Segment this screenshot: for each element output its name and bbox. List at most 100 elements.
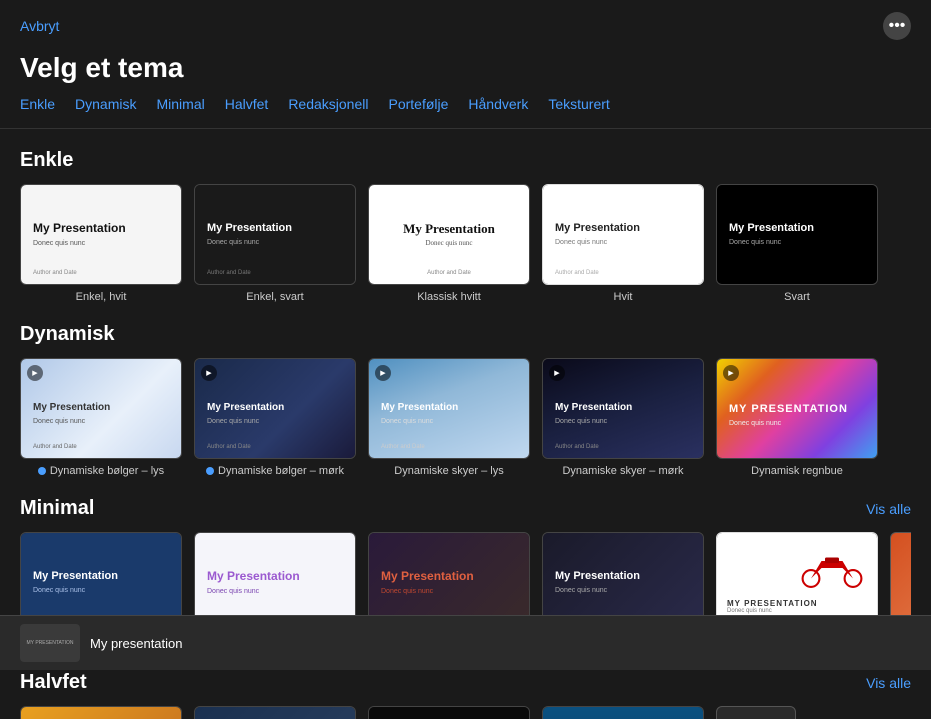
theme-skyer-mork-label: Dynamiske skyer – mørk bbox=[562, 465, 683, 477]
nav-portefolje[interactable]: Portefølje bbox=[388, 96, 448, 112]
slide-title: My Presentation bbox=[33, 221, 169, 235]
theme-halvfet-4-thumb: Donec quis nunc MY PRESENTATION bbox=[542, 706, 704, 719]
theme-enkel-hvit[interactable]: My Presentation Donec quis nunc Author a… bbox=[20, 184, 182, 303]
section-dynamisk-header: Dynamisk bbox=[20, 323, 911, 346]
slide-subtitle-4: Donec quis nunc bbox=[555, 238, 691, 247]
slide-title-10: My Presentation bbox=[729, 403, 865, 416]
theme-halvfet-3-thumb: MY PRESENTATION bbox=[368, 706, 530, 719]
nav-dynamisk[interactable]: Dynamisk bbox=[75, 96, 136, 112]
play-icon-5: ▶ bbox=[723, 365, 739, 381]
slide-title-6: My Presentation bbox=[33, 402, 169, 414]
theme-bolger-mork-thumb: ▶ My Presentation Donec quis nunc Author… bbox=[194, 358, 356, 459]
cancel-button[interactable]: Avbryt bbox=[20, 18, 59, 34]
theme-enkel-hvit-label: Enkel, hvit bbox=[76, 291, 127, 303]
slide-title-4: My Presentation bbox=[555, 222, 691, 235]
nav-redaksjonell[interactable]: Redaksjonell bbox=[288, 96, 368, 112]
theme-klassisk[interactable]: My Presentation Donec quis nunc Author a… bbox=[368, 184, 530, 303]
dot-icon-2 bbox=[206, 467, 214, 475]
theme-halvfet-4[interactable]: Donec quis nunc MY PRESENTATION bbox=[542, 706, 704, 719]
slide-title-13: My Presentation bbox=[381, 569, 517, 583]
theme-regnbue-label: Dynamisk regnbue bbox=[751, 465, 843, 477]
slide-subtitle-8: Donec quis nunc bbox=[381, 417, 517, 426]
section-enkle: Enkle My Presentation Donec quis nunc Au… bbox=[20, 149, 911, 303]
more-button[interactable]: ••• bbox=[883, 12, 911, 40]
slide-subtitle-11: Donec quis nunc bbox=[33, 586, 169, 595]
nav-minimal[interactable]: Minimal bbox=[157, 96, 205, 112]
theme-enkel-svart-label: Enkel, svart bbox=[246, 291, 303, 303]
theme-halvfet-2-thumb: MY PRESENTATION bbox=[194, 706, 356, 719]
theme-bolger-mork[interactable]: ▶ My Presentation Donec quis nunc Author… bbox=[194, 358, 356, 477]
section-enkle-title: Enkle bbox=[20, 149, 73, 172]
slide-author-3: Author and Date bbox=[427, 270, 471, 276]
slide-author-4: Author and Date bbox=[555, 270, 599, 276]
section-minimal-title: Minimal bbox=[20, 497, 94, 520]
slide-subtitle-7: Donec quis nunc bbox=[207, 417, 343, 426]
slide-subtitle-6: Donec quis nunc bbox=[33, 417, 169, 426]
theme-regnbue-thumb: ▶ My Presentation Donec quis nunc bbox=[716, 358, 878, 459]
slide-title-3: My Presentation bbox=[403, 221, 495, 237]
slide-subtitle-13: Donec quis nunc bbox=[381, 587, 517, 596]
slide-title-9: My Presentation bbox=[555, 402, 691, 414]
section-halvfet-title: Halvfet bbox=[20, 671, 87, 694]
section-enkle-header: Enkle bbox=[20, 149, 911, 172]
slide-author-8: Author and Date bbox=[381, 444, 425, 450]
section-halvfet-header: Halvfet Vis alle bbox=[20, 671, 911, 694]
theme-enkel-hvit-thumb: My Presentation Donec quis nunc Author a… bbox=[20, 184, 182, 285]
slide-subtitle-10: Donec quis nunc bbox=[729, 419, 865, 428]
theme-bolger-mork-label: Dynamiske bølger – mørk bbox=[206, 465, 344, 477]
slide-subtitle-12: Donec quis nunc bbox=[207, 587, 343, 596]
nav-halvfet[interactable]: Halvfet bbox=[225, 96, 269, 112]
theme-skyer-lys[interactable]: ▶ My Presentation Donec quis nunc Author… bbox=[368, 358, 530, 477]
theme-hvit-thumb: My Presentation Donec quis nunc Author a… bbox=[542, 184, 704, 285]
theme-halvfet-1[interactable]: MY PRESENTATION bbox=[20, 706, 182, 719]
dynamisk-themes-row: ▶ My Presentation Donec quis nunc Author… bbox=[20, 358, 911, 477]
slide-author-9: Author and Date bbox=[555, 444, 599, 450]
slide-subtitle-14: Donec quis nunc bbox=[555, 586, 691, 595]
theme-halvfet-3[interactable]: MY PRESENTATION bbox=[368, 706, 530, 719]
theme-klassisk-thumb: My Presentation Donec quis nunc Author a… bbox=[368, 184, 530, 285]
theme-skyer-mork[interactable]: ▶ My Presentation Donec quis nunc Author… bbox=[542, 358, 704, 477]
slide-title-2: My Presentation bbox=[207, 222, 343, 235]
play-icon-2: ▶ bbox=[201, 365, 217, 381]
theme-halvfet-2[interactable]: MY PRESENTATION bbox=[194, 706, 356, 719]
slide-subtitle-2: Donec quis nunc bbox=[207, 238, 343, 247]
bottom-presentation-thumb: MY PRESENTATION bbox=[20, 624, 80, 662]
theme-skyer-lys-label: Dynamiske skyer – lys bbox=[394, 465, 503, 477]
category-nav: Enkle Dynamisk Minimal Halvfet Redaksjon… bbox=[0, 96, 931, 129]
slide-author-7: Author and Date bbox=[207, 444, 251, 450]
slide-subtitle-3: Donec quis nunc bbox=[425, 239, 472, 248]
slide-title-14: My Presentation bbox=[555, 570, 691, 583]
theme-hvit-label: Hvit bbox=[614, 291, 633, 303]
theme-halvfet-1-thumb: MY PRESENTATION bbox=[20, 706, 182, 719]
section-minimal-header: Minimal Vis alle bbox=[20, 497, 911, 520]
halvfet-themes-row: MY PRESENTATION MY PRESENTATION MY bbox=[20, 706, 911, 719]
slide-author-2: Author and Date bbox=[207, 270, 251, 276]
theme-regnbue[interactable]: ▶ My Presentation Donec quis nunc Dynami… bbox=[716, 358, 878, 477]
theme-svart[interactable]: My Presentation Donec quis nunc Svart bbox=[716, 184, 878, 303]
section-dynamisk: Dynamisk ▶ My Presentation Donec quis nu… bbox=[20, 323, 911, 477]
play-icon-1: ▶ bbox=[27, 365, 43, 381]
section-halvfet: Halvfet Vis alle MY PRESENTATION MY PRES… bbox=[20, 671, 911, 719]
bottom-bar: MY PRESENTATION My presentation bbox=[0, 615, 931, 670]
see-all-halvfet-button[interactable]: Vis alle bbox=[866, 675, 911, 691]
slide-title-12: My Presentation bbox=[207, 569, 343, 583]
section-dynamisk-title: Dynamisk bbox=[20, 323, 115, 346]
nav-handverk[interactable]: Håndverk bbox=[468, 96, 528, 112]
dot-icon bbox=[38, 467, 46, 475]
theme-enkel-svart[interactable]: My Presentation Donec quis nunc Author a… bbox=[194, 184, 356, 303]
play-icon-3: ▶ bbox=[375, 365, 391, 381]
slide-subtitle: Donec quis nunc bbox=[33, 239, 169, 248]
theme-skyer-lys-thumb: ▶ My Presentation Donec quis nunc Author… bbox=[368, 358, 530, 459]
bottom-presentation-label: My presentation bbox=[90, 636, 183, 651]
theme-bolger-lys-thumb: ▶ My Presentation Donec quis nunc Author… bbox=[20, 358, 182, 459]
nav-enkle[interactable]: Enkle bbox=[20, 96, 55, 112]
slide-author-6: Author and Date bbox=[33, 444, 77, 450]
slide-title-7: My Presentation bbox=[207, 402, 343, 414]
theme-enkel-svart-thumb: My Presentation Donec quis nunc Author a… bbox=[194, 184, 356, 285]
nav-teksturert[interactable]: Teksturert bbox=[548, 96, 609, 112]
more-icon: ••• bbox=[889, 17, 906, 35]
theme-bolger-lys[interactable]: ▶ My Presentation Donec quis nunc Author… bbox=[20, 358, 182, 477]
see-all-minimal-button[interactable]: Vis alle bbox=[866, 501, 911, 517]
theme-hvit[interactable]: My Presentation Donec quis nunc Author a… bbox=[542, 184, 704, 303]
enkle-themes-row: My Presentation Donec quis nunc Author a… bbox=[20, 184, 911, 303]
